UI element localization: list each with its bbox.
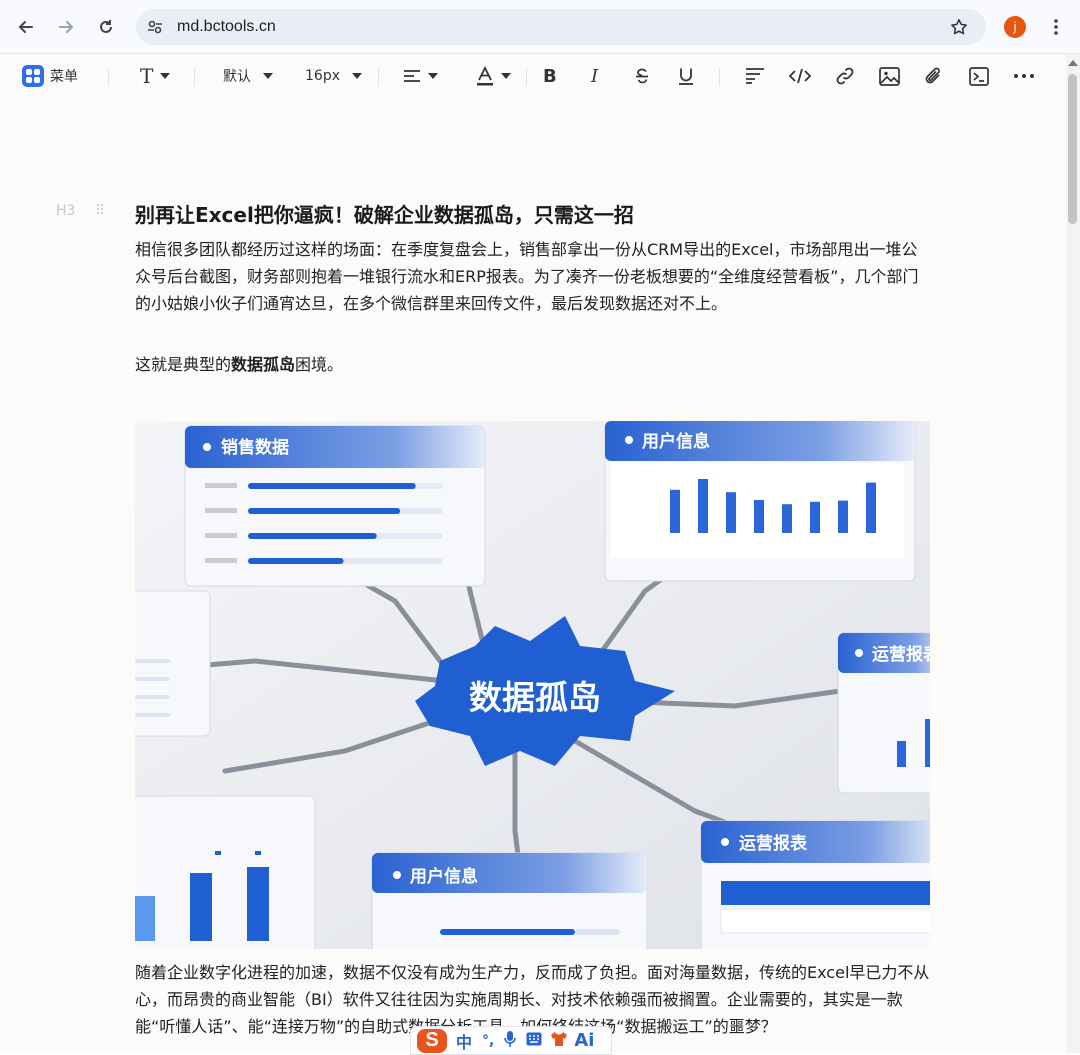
ime-ai-button[interactable]: Ai bbox=[574, 1030, 594, 1051]
card-ops-bottom-title: 运营报表 bbox=[739, 833, 808, 854]
scrollbar-thumb[interactable] bbox=[1068, 74, 1077, 224]
sales-row-label bbox=[205, 483, 237, 488]
bold-icon[interactable]: B bbox=[543, 54, 557, 98]
editor-toolbar: 菜单 T 默认 16px B I bbox=[0, 54, 1066, 98]
profile-avatar[interactable]: j bbox=[1004, 16, 1026, 38]
link-icon[interactable] bbox=[835, 54, 855, 98]
sales-row-label bbox=[205, 508, 237, 513]
browser-menu-icon[interactable] bbox=[1042, 13, 1070, 41]
underline-icon[interactable] bbox=[678, 54, 694, 98]
sales-row-label bbox=[205, 558, 237, 563]
microphone-icon[interactable] bbox=[504, 1030, 517, 1052]
ime-punctuation[interactable]: °, bbox=[482, 1033, 494, 1049]
terminal-icon[interactable] bbox=[969, 54, 989, 98]
font-size-dropdown[interactable]: 16px bbox=[305, 54, 362, 98]
bookmark-star-icon[interactable] bbox=[950, 18, 968, 40]
card-users-bottom-title: 用户信息 bbox=[410, 866, 478, 887]
menu-label: 菜单 bbox=[50, 69, 78, 85]
sales-bar bbox=[248, 533, 377, 539]
article-title[interactable]: 别再让Excel把你逼疯！破解企业数据孤岛，只需这一招 bbox=[135, 199, 634, 228]
site-settings-icon[interactable] bbox=[147, 19, 163, 39]
user-bar bbox=[726, 492, 736, 533]
data-island-illustration: 数据孤岛 销售数据 用户信息 运营报 用户信息 运营报表 bbox=[135, 421, 930, 949]
ime-logo-icon[interactable]: S bbox=[417, 1028, 447, 1053]
sales-bar bbox=[248, 558, 344, 564]
card-users-title: 用户信息 bbox=[642, 431, 710, 452]
scroll-up-icon[interactable] bbox=[1068, 60, 1078, 66]
more-icon[interactable] bbox=[1013, 54, 1035, 98]
paragraph2-text-before: 这就是典型的 bbox=[135, 355, 232, 374]
card-ops-right: 运营报表 bbox=[837, 632, 930, 794]
ime-mode[interactable]: 中 bbox=[456, 1029, 472, 1053]
card-ops-right-title: 运营报表 bbox=[872, 644, 930, 665]
paragraph-intro[interactable]: 相信很多团队都经历过这样的场面：在季度复盘会上，销售部拿出一份从CRM导出的Ex… bbox=[135, 236, 930, 317]
skin-icon[interactable] bbox=[550, 1031, 568, 1051]
reload-button[interactable] bbox=[92, 13, 120, 41]
paragraph-data-island[interactable]: 这就是典型的数据孤岛困境。 bbox=[135, 351, 930, 378]
back-button[interactable] bbox=[12, 13, 40, 41]
user-bar bbox=[698, 479, 708, 533]
card-ops-bottom: 运营报表 bbox=[700, 820, 930, 949]
card-sales-title: 销售数据 bbox=[221, 437, 289, 458]
browser-toolbar: md.bctools.cn j bbox=[0, 0, 1080, 54]
user-bar bbox=[670, 489, 680, 533]
user-bar bbox=[838, 500, 848, 533]
sales-bar bbox=[248, 508, 401, 514]
user-bar bbox=[782, 504, 792, 533]
sales-row-label bbox=[205, 533, 237, 538]
menu-button[interactable]: 菜单 bbox=[22, 54, 78, 98]
keyboard-icon[interactable] bbox=[526, 1031, 542, 1050]
user-bar bbox=[754, 500, 764, 533]
font-color-dropdown[interactable] bbox=[476, 54, 511, 98]
card-user-info-bottom: 用户信息 bbox=[371, 852, 648, 949]
paragraph-format-icon[interactable] bbox=[745, 54, 765, 98]
heading-dropdown[interactable]: T bbox=[140, 54, 171, 98]
attachment-icon[interactable] bbox=[924, 54, 944, 98]
forward-button[interactable] bbox=[52, 13, 80, 41]
heading-level-marker: H3 bbox=[56, 203, 76, 219]
card-bottom-left bbox=[135, 795, 316, 949]
align-left-icon bbox=[404, 70, 420, 82]
user-bar bbox=[810, 501, 820, 533]
card-sales-data: 销售数据 bbox=[184, 425, 486, 587]
sales-bar bbox=[248, 483, 416, 489]
island-label: 数据孤岛 bbox=[469, 678, 601, 717]
font-family-value: 默认 bbox=[223, 69, 251, 85]
font-family-dropdown[interactable]: 默认 bbox=[223, 54, 273, 98]
address-bar[interactable]: md.bctools.cn bbox=[136, 9, 986, 45]
url-text[interactable]: md.bctools.cn bbox=[177, 18, 276, 36]
article-illustration[interactable]: 数据孤岛 销售数据 用户信息 运营报 用户信息 运营报表 bbox=[135, 421, 930, 949]
text-type-icon: T bbox=[140, 64, 154, 88]
ime-toolbar[interactable]: S 中 °, Ai bbox=[410, 1026, 612, 1055]
font-size-value: 16px bbox=[305, 68, 340, 84]
drag-handle-icon[interactable]: ⠿ bbox=[95, 203, 105, 219]
paragraph2-bold-text: 数据孤岛 bbox=[231, 355, 296, 374]
card-user-info-top: 用户信息 bbox=[604, 421, 916, 582]
image-icon[interactable] bbox=[879, 54, 900, 98]
italic-icon[interactable]: I bbox=[591, 54, 598, 98]
strikethrough-icon[interactable] bbox=[633, 54, 651, 98]
card-left-partial bbox=[135, 590, 211, 737]
paragraph2-text-after: 困境。 bbox=[295, 355, 344, 374]
user-bar bbox=[866, 482, 876, 533]
menu-grid-icon bbox=[22, 65, 44, 87]
code-icon[interactable] bbox=[789, 54, 811, 98]
align-dropdown[interactable] bbox=[403, 54, 438, 98]
font-color-icon bbox=[477, 66, 493, 86]
